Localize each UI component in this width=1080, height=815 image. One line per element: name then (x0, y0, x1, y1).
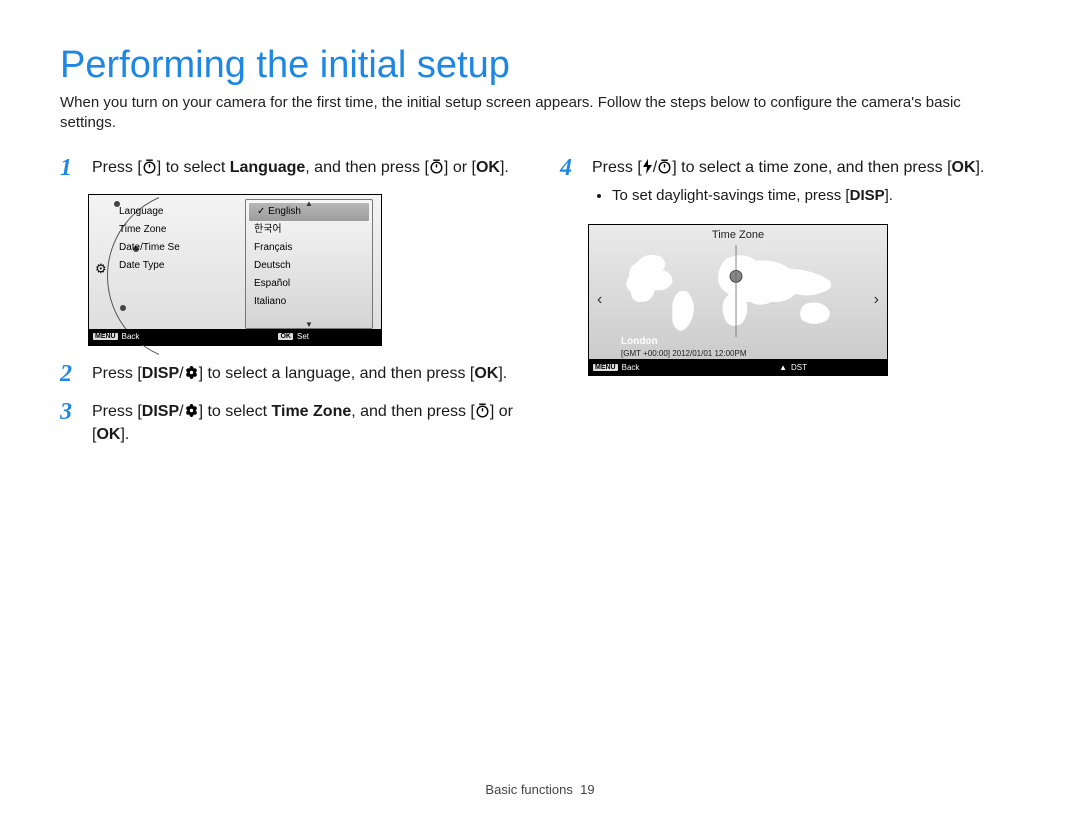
menu-tag: MENU (593, 364, 618, 371)
chevron-left-icon: ‹ (597, 291, 602, 309)
disp-icon: DISP (142, 403, 179, 420)
check-icon: ✓ (257, 206, 265, 217)
up-triangle-icon: ▲ (779, 363, 787, 372)
step-1: 1 Press [ ] to select Language, and then … (60, 156, 520, 180)
txt: ]. (120, 426, 129, 443)
screenshot-timezone: Time Zone ‹ › (588, 224, 888, 376)
bar-dst: DST (791, 363, 807, 372)
lang-item: Deutsch (246, 257, 372, 275)
gear-icon: ⚙ (95, 261, 107, 277)
ok-icon: OK (476, 159, 500, 176)
tz-city: London (621, 336, 658, 347)
txt: ] to select a time zone, and then press … (672, 159, 951, 176)
lang-item: 한국어 (246, 221, 372, 239)
ok-icon: OK (474, 365, 498, 382)
step-body: Press [DISP/] to select a language, and … (92, 362, 520, 386)
txt: Press [ (92, 365, 142, 382)
step-number: 3 (60, 400, 82, 446)
step-2: 2 Press [DISP/] to select a language, an… (60, 362, 520, 386)
left-menu-item: Date/Time Se (119, 239, 180, 257)
menu-tag: MENU (93, 333, 118, 340)
txt: English (268, 206, 301, 217)
timer-icon (142, 159, 157, 174)
world-map (619, 245, 857, 337)
lang-item: Español (246, 275, 372, 293)
bar-back: Back (122, 332, 140, 341)
timer-icon (429, 159, 444, 174)
txt: ]. (498, 365, 507, 382)
tz-title: Time Zone (589, 229, 887, 241)
txt: ]. (885, 187, 893, 204)
left-menu-list: Language Time Zone Date/Time Se Date Typ… (119, 203, 180, 275)
flower-icon (184, 403, 199, 418)
flash-icon (642, 159, 653, 174)
step-number: 2 (60, 362, 82, 386)
bold: Language (230, 159, 306, 176)
txt: ] to select (157, 159, 230, 176)
tz-gmt: [GMT +00:00] 2012/01/01 12:00PM (621, 349, 747, 358)
txt: , and then press [ (305, 159, 429, 176)
bottom-bar: MENU Back OK Set (89, 329, 381, 345)
lang-item: Français (246, 239, 372, 257)
step-number: 4 (560, 156, 582, 211)
ok-icon: OK (96, 426, 120, 443)
lang-item: Italiano (246, 293, 372, 311)
txt: , and then press [ (351, 403, 475, 420)
chevron-right-icon: › (874, 291, 879, 309)
bar-back: Back (622, 363, 640, 372)
chevron-down-icon: ▼ (305, 320, 313, 329)
timer-icon (657, 159, 672, 174)
step-4: 4 Press [/] to select a time zone, and t… (560, 156, 1020, 211)
bottom-bar: MENU Back ▲ DST (589, 359, 887, 375)
footer-page: 19 (580, 782, 594, 797)
chevron-up-icon: ▲ (305, 199, 313, 208)
ok-tag: OK (278, 333, 293, 340)
txt: To set daylight-savings time, press [ (612, 187, 850, 204)
txt: Press [ (92, 403, 142, 420)
page-title: Performing the initial setup (60, 44, 1020, 87)
step-body: Press [ ] to select Language, and then pr… (92, 156, 520, 180)
ok-icon: OK (952, 159, 976, 176)
step-body: Press [/] to select a time zone, and the… (592, 156, 1020, 211)
step-body: Press [DISP/] to select Time Zone, and t… (92, 400, 520, 446)
txt: Press [ (592, 159, 642, 176)
txt: Press [ (92, 159, 142, 176)
txt: ] to select a language, and then press [ (199, 365, 475, 382)
step-3: 3 Press [DISP/] to select Time Zone, and… (60, 400, 520, 446)
txt: ] to select (199, 403, 272, 420)
flower-icon (184, 365, 199, 380)
footer-section: Basic functions (485, 782, 572, 797)
bold: Time Zone (272, 403, 352, 420)
step-number: 1 (60, 156, 82, 180)
left-menu-item: Language (119, 203, 180, 221)
txt: ] or [ (444, 159, 476, 176)
bar-set: Set (297, 332, 309, 341)
txt: ]. (976, 159, 985, 176)
intro-text: When you turn on your camera for the fir… (60, 93, 1020, 134)
left-menu-item: Time Zone (119, 221, 180, 239)
txt: ]. (500, 159, 509, 176)
disp-icon: DISP (850, 187, 885, 204)
sub-bullet: To set daylight-savings time, press [DIS… (612, 185, 1020, 207)
screenshot-language: ⚙ Language Time Zone Date/Time Se Date T… (88, 194, 382, 346)
language-panel: ▲ ✓ English 한국어 Français Deutsch Español… (245, 199, 373, 329)
timer-icon (475, 403, 490, 418)
left-menu-item: Date Type (119, 257, 180, 275)
page-footer: Basic functions 19 (0, 782, 1080, 797)
disp-icon: DISP (142, 365, 179, 382)
dot-decor (120, 305, 126, 311)
